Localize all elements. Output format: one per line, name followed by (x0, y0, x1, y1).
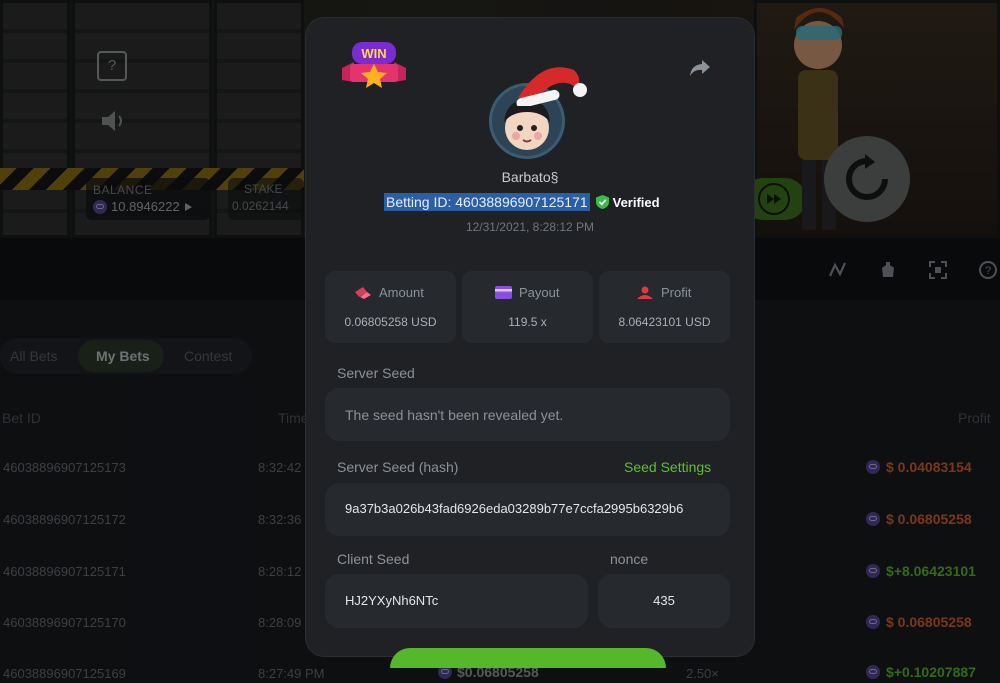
amount-value: 0.06805258 USD (344, 315, 437, 329)
santa-hat-icon (516, 67, 587, 106)
client-seed-label: Client Seed (337, 551, 410, 567)
payout-label: Payout (519, 285, 560, 300)
verified-label: Verified (612, 194, 660, 210)
nonce-field[interactable]: 435 (598, 574, 730, 628)
betting-id-row: Betting ID: 46038896907125171 Verified (384, 193, 660, 211)
profit-header: Profit (636, 285, 691, 300)
client-seed-value: HJ2YXyNh6NTc (345, 593, 439, 608)
client-seed-field[interactable]: HJ2YXyNh6NTc (325, 574, 588, 628)
payout-header: Payout (495, 285, 559, 300)
server-seed-label: Server Seed (337, 365, 415, 381)
payout-value: 119.5 x (508, 315, 547, 329)
payout-card-icon (495, 286, 512, 299)
win-badge: WIN (342, 42, 406, 88)
server-seed-field[interactable]: The seed hasn't been revealed yet. (325, 388, 730, 441)
nonce-label: nonce (610, 551, 649, 567)
verified-shield-icon (595, 195, 609, 209)
bet-datetime: 12/31/2021, 8:28:12 PM (465, 220, 595, 234)
profit-label: Profit (661, 285, 692, 300)
nonce-value: 435 (653, 593, 675, 608)
share-icon[interactable] (688, 58, 712, 78)
payout-card (462, 271, 593, 343)
win-badge-text: WIN (361, 46, 386, 61)
profit-card (599, 271, 730, 343)
profit-value: 8.06423101 USD (618, 315, 711, 329)
seed-settings-link[interactable]: Seed Settings (624, 459, 711, 475)
server-seed-hash-label: Server Seed (hash) (337, 459, 459, 475)
server-seed-value: The seed hasn't been revealed yet. (345, 407, 564, 423)
amount-header: Amount (354, 285, 424, 300)
amount-label: Amount (379, 285, 424, 300)
amount-icon (355, 286, 371, 299)
username: Barbato§ (501, 169, 559, 185)
server-seed-hash-field[interactable]: 9a37b3a026b43fad6926eda03289b77e7ccfa299… (325, 483, 730, 536)
profit-icon (637, 286, 653, 299)
amount-card (325, 271, 456, 343)
server-seed-hash-value: 9a37b3a026b43fad6926eda03289b77e7ccfa299… (345, 501, 684, 516)
verify-button[interactable] (390, 648, 666, 668)
betting-id[interactable]: Betting ID: 46038896907125171 (384, 193, 590, 211)
